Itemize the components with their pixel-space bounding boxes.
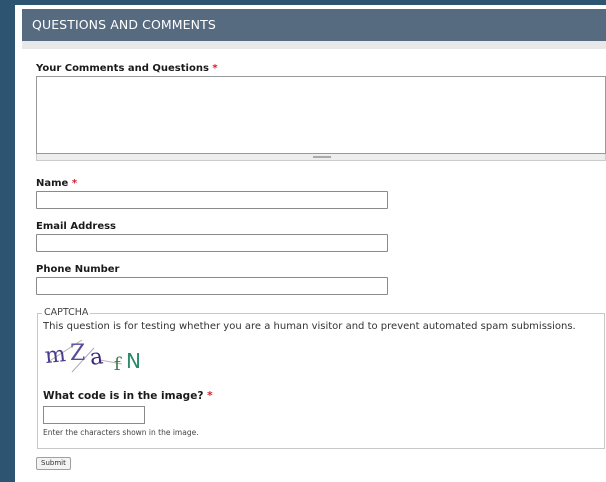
comments-textarea[interactable] [36,76,606,154]
email-input[interactable] [36,234,388,252]
captcha-fieldset: CAPTCHA This question is for testing whe… [37,307,605,449]
submit-button[interactable]: Submit [36,457,71,470]
captcha-char: m [44,342,67,369]
captcha-question: What code is in the image? * [43,390,213,402]
block-title: QUESTIONS AND COMMENTS [22,9,606,41]
name-label: Name * [36,178,77,189]
name-input[interactable] [36,191,388,209]
captcha-code-input[interactable] [43,406,145,424]
required-marker: * [207,390,213,402]
comments-label: Your Comments and Questions * [36,63,218,74]
phone-label: Phone Number [36,264,119,275]
email-label: Email Address [36,221,116,232]
captcha-char: f [114,354,122,375]
email-label-text: Email Address [36,221,117,232]
captcha-legend: CAPTCHA [42,307,91,319]
phone-label-text: Phone Number [36,264,120,275]
captcha-help-text: Enter the characters shown in the image. [43,428,199,437]
captcha-char: Z [70,341,85,366]
name-label-text: Name [36,178,69,189]
textarea-resize-grip[interactable] [36,154,606,161]
captcha-question-text: What code is in the image? [43,390,204,402]
header-divider [22,41,606,49]
grip-handle-icon [313,156,331,158]
captcha-description: This question is for testing whether you… [43,321,576,332]
required-marker: * [71,178,78,189]
phone-input[interactable] [36,277,388,295]
captcha-char: N [126,349,141,373]
comments-label-text: Your Comments and Questions [36,63,209,74]
page-background [0,0,15,482]
block-title-text: QUESTIONS AND COMMENTS [32,17,216,32]
captcha-char: a [88,344,104,371]
content-panel: QUESTIONS AND COMMENTS Your Comments and… [15,5,606,482]
captcha-image: m Z a f N [44,339,141,375]
required-marker: * [212,63,218,74]
